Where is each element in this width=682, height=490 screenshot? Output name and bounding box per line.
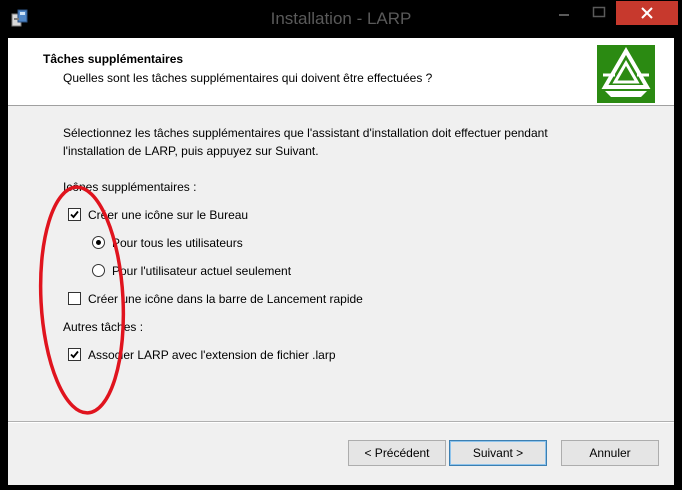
annotation-ellipse <box>38 185 126 415</box>
